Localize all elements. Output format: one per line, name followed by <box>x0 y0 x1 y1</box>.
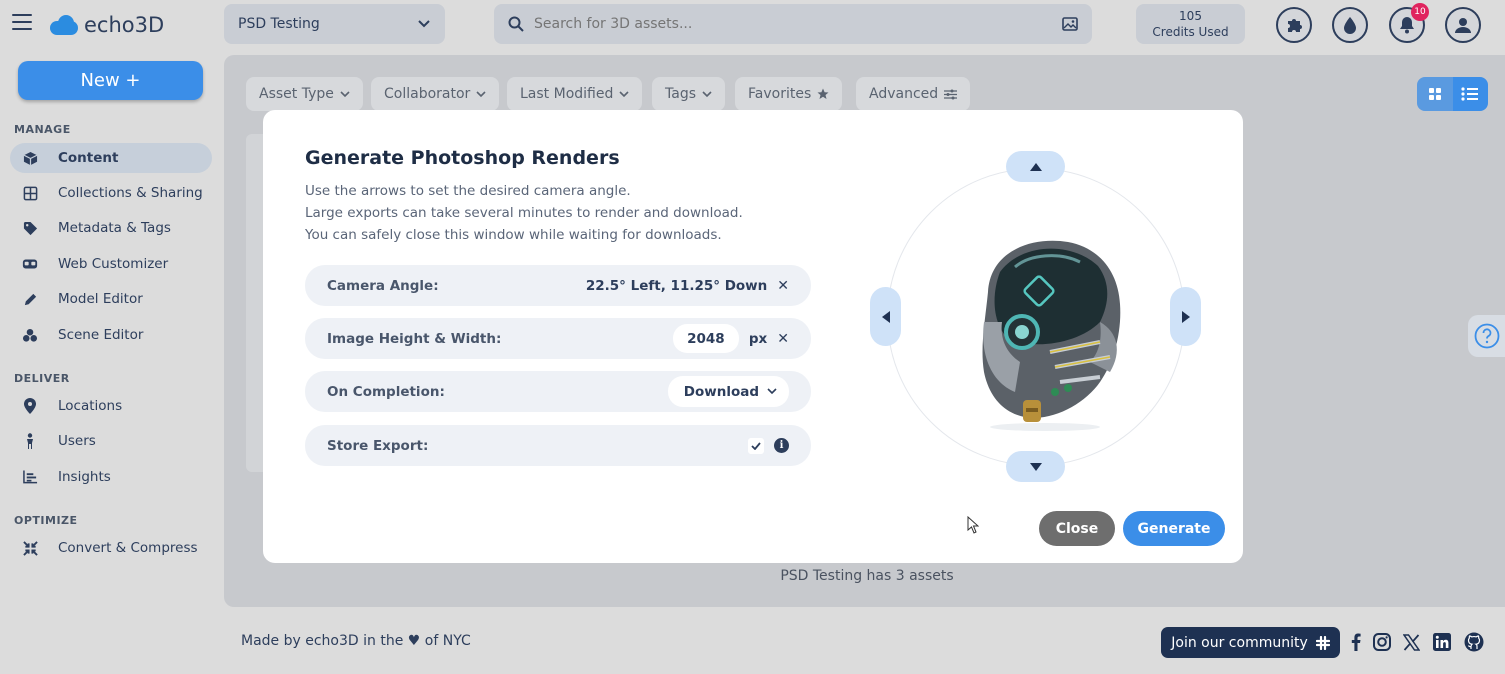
store-export-row: Store Export: i <box>305 425 811 466</box>
close-button[interactable]: Close <box>1039 511 1115 546</box>
modal-description-line: Large exports can take several minutes t… <box>305 205 743 221</box>
caret-up-icon <box>1029 162 1042 171</box>
caret-right-icon <box>1181 310 1190 323</box>
camera-angle-label: Camera Angle: <box>327 277 439 294</box>
checkmark-icon <box>751 441 761 450</box>
reset-camera-angle-icon[interactable]: ✕ <box>777 278 789 294</box>
on-completion-value: Download <box>683 383 759 400</box>
image-size-label: Image Height & Width: <box>327 330 502 347</box>
camera-up-button[interactable] <box>1006 151 1065 182</box>
caret-left-icon <box>881 310 890 323</box>
reset-image-size-icon[interactable]: ✕ <box>777 331 789 347</box>
camera-down-button[interactable] <box>1006 451 1065 482</box>
helmet-model-preview <box>982 240 1121 431</box>
generate-button[interactable]: Generate <box>1123 511 1225 546</box>
caret-down-icon <box>1029 462 1042 471</box>
on-completion-row: On Completion: Download <box>305 371 811 412</box>
chevron-down-icon <box>767 388 777 395</box>
camera-angle-row: Camera Angle: 22.5° Left, 11.25° Down ✕ <box>305 265 811 306</box>
modal-description-line: Use the arrows to set the desired camera… <box>305 183 631 199</box>
image-size-input[interactable] <box>672 324 739 353</box>
camera-angle-value: 22.5° Left, 11.25° Down <box>585 277 768 294</box>
store-export-checkbox[interactable] <box>748 437 764 454</box>
modal-title: Generate Photoshop Renders <box>305 147 620 169</box>
image-size-row: Image Height & Width: px ✕ <box>305 318 811 359</box>
on-completion-label: On Completion: <box>327 383 445 400</box>
modal-description-line: You can safely close this window while w… <box>305 227 722 243</box>
camera-right-button[interactable] <box>1170 287 1201 346</box>
image-size-unit: px <box>748 330 768 347</box>
camera-left-button[interactable] <box>870 287 901 346</box>
mouse-cursor-icon <box>967 516 979 534</box>
generate-renders-modal: Generate Photoshop Renders Use the arrow… <box>263 110 1243 563</box>
on-completion-select[interactable]: Download <box>667 376 789 407</box>
store-export-label: Store Export: <box>327 437 429 454</box>
info-icon[interactable]: i <box>774 438 789 453</box>
